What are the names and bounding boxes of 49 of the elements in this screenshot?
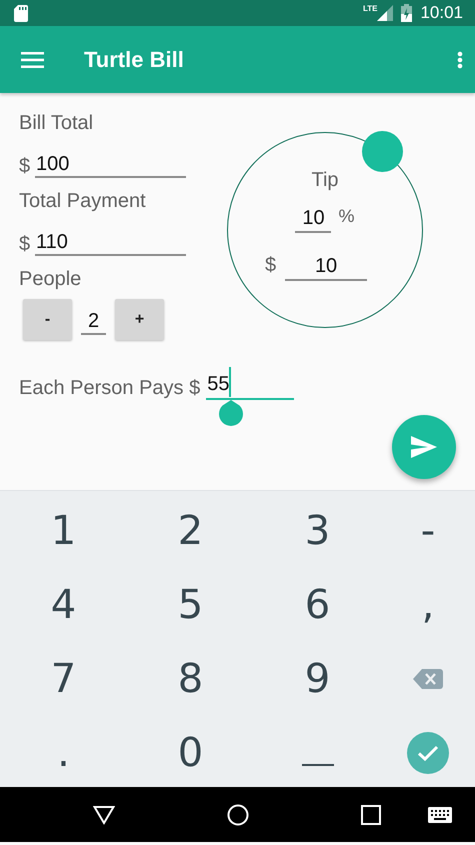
keyboard-key[interactable]: 5 [127,568,254,642]
keyboard-key[interactable]: 8 [127,642,254,716]
tip-amount-field[interactable]: 10 [285,253,368,281]
people-count-field[interactable]: 2 [81,308,106,334]
keyboard-key[interactable]: 0 [127,716,254,790]
keyboard-key[interactable]: 7 [0,642,127,716]
keyboard-key[interactable]: 4 [0,568,127,642]
currency-sign: $ [19,155,32,178]
selection-handle-icon[interactable] [219,400,243,426]
checkmark-icon [407,732,449,774]
home-icon[interactable] [227,804,249,826]
field-label: Total Payment [19,190,147,212]
keyboard-key[interactable]: 1 [0,494,127,568]
currency-sign: $ [264,254,276,277]
more-options-icon[interactable] [457,50,463,68]
status-time: 10:01 [420,3,463,23]
dial-handle[interactable] [362,131,402,172]
percent-sign: % [338,206,354,227]
keyboard-key[interactable]: 3 [254,494,381,568]
each-person-pays-label: Each Person Pays $ [19,377,200,400]
recents-icon[interactable] [361,804,381,824]
keyboard-key[interactable]: - [381,494,475,568]
keyboard-key[interactable]: , [381,568,475,642]
each-person-pays-field[interactable]: 55 [206,370,294,400]
increment-button[interactable]: + [115,299,164,340]
keyboard-key[interactable]: 9 [254,642,381,716]
app-title: Turtle Bill [84,46,185,72]
backspace-icon [413,669,443,689]
currency-sign: $ [19,233,32,256]
total-payment-field[interactable]: 110 [35,230,186,256]
network-type: LTE [362,5,378,13]
keyboard-key[interactable]: 6 [254,568,381,642]
tip-percent-field[interactable]: 10 [295,205,332,233]
menu-icon[interactable] [21,52,44,68]
keyboard-icon[interactable] [428,806,452,822]
send-icon [411,436,437,458]
keyboard-key[interactable]: 2 [127,494,254,568]
signal-icon [377,5,394,21]
battery-icon [401,4,412,22]
bill-total-field[interactable]: 100 [35,152,186,178]
tip-label: Tip [311,169,339,191]
field-label: People [19,268,82,290]
keyboard-key[interactable]: . [0,716,127,790]
sd-card-icon [14,4,28,22]
text-cursor [229,367,232,397]
tip-dial[interactable]: Tip 10 % $ 10 [227,132,423,328]
field-label: Bill Total [19,112,94,134]
back-icon[interactable] [93,805,115,824]
decrement-button[interactable]: - [23,299,72,340]
